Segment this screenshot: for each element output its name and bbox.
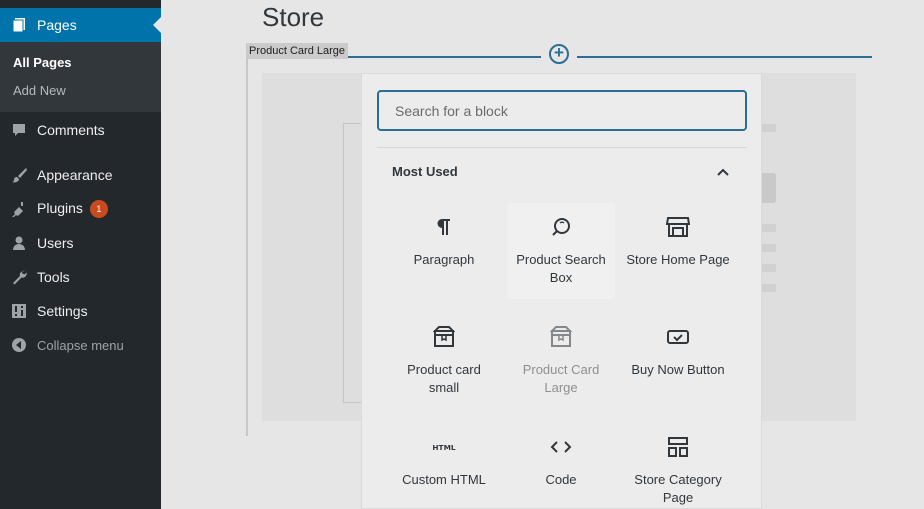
block-preview-line bbox=[762, 244, 776, 252]
menu-item-label: Collapse menu bbox=[37, 337, 124, 353]
block-tile-paragraph[interactable]: Paragraph bbox=[390, 203, 498, 299]
block-tile-label: Product card small bbox=[407, 362, 481, 395]
admin-sidebar: Pages All Pages Add New Comments Appeara… bbox=[0, 0, 161, 509]
block-tile-product-card-large[interactable]: Product Card Large bbox=[507, 313, 615, 409]
menu-item-tools[interactable]: Tools bbox=[0, 260, 161, 294]
sliders-icon bbox=[11, 303, 27, 319]
block-outline bbox=[246, 58, 248, 436]
block-tile-label: Paragraph bbox=[413, 252, 475, 267]
block-tile-store-category-page[interactable]: Store Category Page bbox=[624, 423, 732, 509]
menu-item-pages-label: Pages bbox=[37, 17, 77, 33]
block-tile-label: Store Category Page bbox=[634, 472, 722, 505]
chevron-up-icon[interactable] bbox=[713, 164, 733, 180]
paintbrush-icon bbox=[11, 167, 27, 183]
collapse-menu-button[interactable]: Collapse menu bbox=[0, 328, 161, 362]
block-tile-code[interactable]: Code bbox=[507, 423, 615, 509]
menu-item-label: Users bbox=[37, 235, 74, 251]
user-icon bbox=[11, 235, 27, 251]
menu-item-settings[interactable]: Settings bbox=[0, 294, 161, 328]
block-preview-line bbox=[762, 284, 776, 292]
block-tile-store-home-page[interactable]: Store Home Page bbox=[624, 203, 732, 299]
insertion-line-right bbox=[577, 56, 872, 58]
block-tile-label: Code bbox=[545, 472, 577, 487]
store-icon bbox=[666, 215, 690, 239]
search-icon bbox=[549, 215, 573, 239]
block-inner-card bbox=[343, 123, 363, 403]
collapse-arrow-icon bbox=[11, 337, 27, 353]
menu-item-appearance[interactable]: Appearance bbox=[0, 158, 161, 192]
block-search-input[interactable] bbox=[377, 90, 747, 131]
block-tile-label: Product Card Large bbox=[522, 362, 600, 395]
block-tile-label: Buy Now Button bbox=[631, 362, 725, 377]
block-type-label: Product Card Large bbox=[246, 43, 348, 59]
block-tile-buy-now-button[interactable]: Buy Now Button bbox=[624, 313, 732, 409]
menu-item-plugins-label: Plugins 1 bbox=[37, 199, 108, 219]
paragraph-icon bbox=[432, 215, 456, 239]
box-icon bbox=[432, 325, 456, 349]
wrench-icon bbox=[11, 269, 27, 285]
block-tile-custom-html[interactable]: HTML Custom HTML bbox=[390, 423, 498, 509]
grid-icon bbox=[666, 435, 690, 459]
pages-submenu: All Pages Add New bbox=[0, 42, 161, 112]
page-title[interactable]: Store bbox=[262, 2, 324, 33]
block-preview-line bbox=[762, 264, 776, 272]
block-preview-line bbox=[762, 224, 776, 232]
block-tile-product-search-box[interactable]: Product Search Box bbox=[507, 203, 615, 299]
pages-icon bbox=[11, 17, 27, 33]
svg-text:HTML: HTML bbox=[432, 443, 456, 452]
menu-item-pages[interactable]: Pages bbox=[0, 8, 161, 42]
block-preview-button bbox=[762, 173, 776, 203]
button-icon bbox=[666, 325, 690, 349]
panel-title-most-used[interactable]: Most Used bbox=[392, 164, 458, 179]
comment-icon bbox=[11, 122, 27, 138]
menu-item-label: Appearance bbox=[37, 167, 113, 183]
menu-item-label: Plugins bbox=[37, 199, 83, 216]
block-tile-label: Custom HTML bbox=[402, 472, 486, 487]
insert-block-plus-icon[interactable]: + bbox=[549, 44, 569, 64]
menu-item-plugins[interactable]: Plugins 1 bbox=[0, 192, 161, 226]
menu-item-label: Tools bbox=[37, 269, 70, 285]
panel-divider bbox=[377, 147, 747, 148]
plug-icon bbox=[11, 201, 27, 217]
block-preview-line bbox=[762, 124, 776, 132]
submenu-all-pages[interactable]: All Pages bbox=[13, 55, 72, 70]
menu-item-users[interactable]: Users bbox=[0, 226, 161, 260]
menu-item-label: Comments bbox=[37, 122, 105, 138]
block-tile-label: Product Search Box bbox=[516, 252, 606, 285]
block-tile-label: Store Home Page bbox=[626, 252, 730, 267]
menu-item-comments[interactable]: Comments bbox=[0, 113, 161, 147]
menu-item-label: Settings bbox=[37, 303, 88, 319]
block-tile-product-card-small[interactable]: Product card small bbox=[390, 313, 498, 409]
submenu-add-new[interactable]: Add New bbox=[13, 83, 66, 98]
update-count-badge: 1 bbox=[89, 200, 108, 219]
box-icon bbox=[549, 325, 573, 349]
code-icon bbox=[549, 435, 573, 459]
html-icon: HTML bbox=[432, 435, 456, 459]
